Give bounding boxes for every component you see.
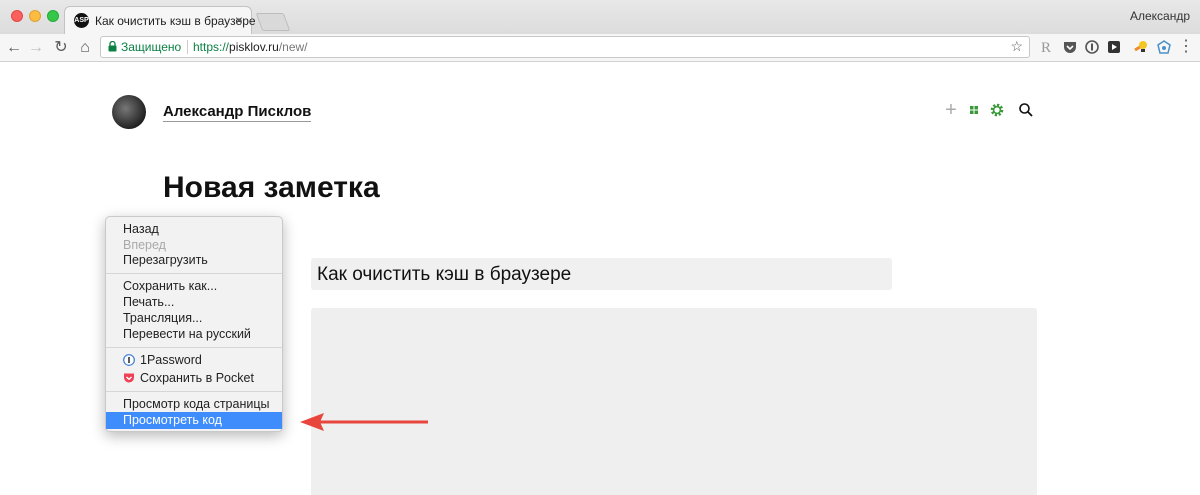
tab-close-icon[interactable]: ×: [235, 12, 243, 28]
url-scheme: https://: [193, 40, 230, 54]
address-bar[interactable]: Защищено https://pisklov.ru/new/ ☆: [100, 36, 1030, 58]
new-tab-button[interactable]: [255, 13, 291, 31]
play-extension-icon[interactable]: [1106, 40, 1122, 56]
home-button[interactable]: ⌂: [75, 38, 95, 58]
menu-item-1password[interactable]: 1Password: [106, 352, 282, 369]
menu-item-back[interactable]: Назад: [106, 221, 282, 238]
tab-title: Как очистить кэш в браузере: [95, 14, 256, 28]
reload-button[interactable]: ↻: [51, 38, 71, 58]
window-titlebar: ASP Как очистить кэш в браузере × Алекса…: [0, 0, 1200, 35]
note-title-input[interactable]: Как очистить кэш в браузере: [311, 258, 892, 290]
url-host: pisklov.ru: [229, 40, 279, 54]
plus-icon[interactable]: +: [943, 100, 959, 120]
avatar[interactable]: [112, 95, 146, 129]
lightbulb-extension-icon[interactable]: [1135, 40, 1151, 56]
site-name-link[interactable]: Александр Писклов: [163, 103, 312, 122]
vpn-extension-icon[interactable]: [1156, 40, 1172, 56]
menu-item-cast[interactable]: Трансляция...: [106, 310, 282, 327]
menu-item-pocket[interactable]: Сохранить в Pocket: [106, 370, 282, 387]
context-menu: Назад Вперед Перезагрузить Сохранить как…: [105, 216, 283, 432]
1password-extension-icon[interactable]: [1084, 40, 1100, 56]
menu-separator: [106, 347, 282, 348]
site-favicon-icon: ASP: [74, 13, 89, 28]
menu-item-pocket-label: Сохранить в Pocket: [140, 371, 254, 385]
readability-extension-icon[interactable]: R: [1038, 40, 1054, 56]
browser-tab-active[interactable]: ASP Как очистить кэш в браузере ×: [64, 6, 256, 35]
note-title-value: Как очистить кэш в браузере: [317, 264, 572, 285]
profile-name[interactable]: Александр: [1130, 9, 1190, 23]
menu-separator: [106, 391, 282, 392]
page-title: Новая заметка: [163, 171, 380, 204]
menu-item-translate[interactable]: Перевести на русский: [106, 326, 282, 343]
menu-item-view-source[interactable]: Просмотр кода страницы: [106, 396, 282, 413]
close-window-button[interactable]: [11, 10, 23, 22]
browser-toolbar: ← → ↻ ⌂ Защищено https://pisklov.ru/new/…: [0, 34, 1200, 62]
menu-item-save-as[interactable]: Сохранить как...: [106, 278, 282, 295]
pocket-icon: [124, 373, 134, 383]
bookmark-star-icon[interactable]: ☆: [1010, 38, 1023, 55]
pocket-extension-icon[interactable]: [1062, 40, 1078, 56]
menu-separator: [106, 273, 282, 274]
url-path: /new/: [278, 40, 308, 54]
back-button[interactable]: ←: [4, 38, 24, 58]
address-separator: [187, 40, 188, 54]
url-text[interactable]: https://pisklov.ru/new/: [193, 40, 308, 54]
red-arrow-icon: [300, 413, 428, 431]
secure-label: Защищено: [121, 40, 182, 54]
forward-button[interactable]: →: [26, 38, 46, 58]
search-icon[interactable]: [1018, 102, 1034, 118]
maximize-window-button[interactable]: [47, 10, 59, 22]
menu-item-print[interactable]: Печать...: [106, 294, 282, 311]
grid-icon[interactable]: [966, 102, 982, 118]
menu-item-inspect[interactable]: Просмотреть код: [106, 412, 282, 429]
minimize-window-button[interactable]: [29, 10, 41, 22]
gear-icon[interactable]: [989, 102, 1005, 118]
lock-icon: [108, 41, 117, 52]
menu-item-1password-label: 1Password: [140, 353, 202, 367]
note-body-textarea[interactable]: [311, 308, 1037, 495]
menu-item-reload[interactable]: Перезагрузить: [106, 252, 282, 269]
1password-icon: [123, 354, 135, 366]
more-menu-icon[interactable]: ⋮: [1178, 39, 1194, 56]
